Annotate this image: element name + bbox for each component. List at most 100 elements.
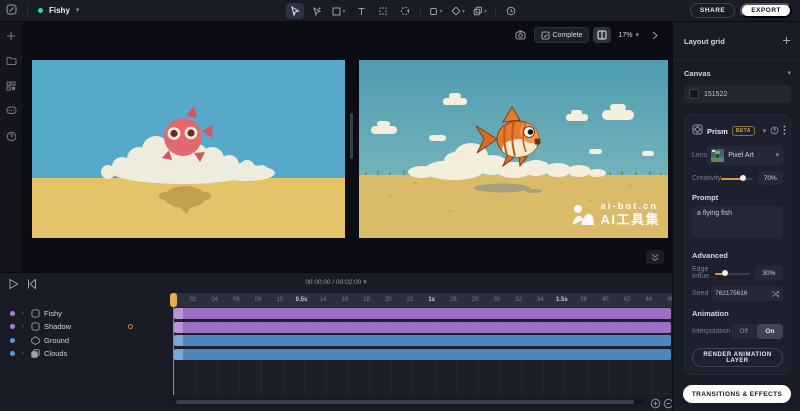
prism-menu-icon[interactable] <box>783 122 786 140</box>
project-status-dot <box>38 8 43 13</box>
zoom-level-dropdown[interactable]: 17% ▾ <box>615 27 642 43</box>
diamond-tool-chevron-icon[interactable]: ▾ <box>462 8 465 15</box>
add-icon[interactable] <box>5 30 17 42</box>
canvas-section-chevron-icon[interactable]: ▾ <box>787 70 791 77</box>
timeline-scrollbar-handle[interactable] <box>176 400 634 404</box>
layer-row-ground[interactable]: Ground <box>0 334 174 346</box>
creativity-slider[interactable] <box>721 173 752 183</box>
ruler-tick: 14 <box>320 297 327 303</box>
project-menu-chevron-icon[interactable]: ▾ <box>76 7 80 14</box>
animation-frame-source[interactable] <box>32 60 345 238</box>
prism-help-icon[interactable] <box>770 122 779 140</box>
animation-label: Animation <box>692 309 783 318</box>
collapse-panel-button[interactable] <box>646 250 664 264</box>
lens-thumbnail <box>711 149 724 162</box>
select-tool-button[interactable] <box>286 3 304 19</box>
shape-tool-button[interactable]: ▾ <box>427 3 445 19</box>
track-bar-clouds[interactable] <box>174 349 671 360</box>
rectangle-tool-chevron-icon[interactable]: ▾ <box>342 8 345 15</box>
next-frame-button[interactable] <box>646 27 664 43</box>
help-icon[interactable] <box>5 130 17 142</box>
layer-name: Shadow <box>44 322 71 331</box>
layer-expand-chevron-icon[interactable]: › <box>19 310 26 317</box>
timeline-ruler[interactable]: 02040608100.5s14161820221s26283032341.5s… <box>174 293 672 307</box>
folder-icon[interactable] <box>5 55 17 67</box>
direct-select-tool-button[interactable] <box>308 3 326 19</box>
zoom-chevron-icon: ▾ <box>635 32 639 39</box>
canvas-section-title: Canvas <box>684 69 787 78</box>
ruler-tick: 22 <box>407 297 414 303</box>
ruler-tick: 08 <box>255 297 262 303</box>
prompt-input[interactable]: a flying fish <box>692 206 783 238</box>
timeline-scrollbar[interactable] <box>174 400 644 404</box>
zoom-level-value: 17% <box>618 32 632 39</box>
watermark-line2: AI工具集 <box>600 213 660 228</box>
prism-icon <box>692 122 703 140</box>
shuffle-seed-icon[interactable] <box>771 290 779 298</box>
add-layout-grid-button[interactable] <box>782 32 791 50</box>
canvas-viewport[interactable]: ai-bot.cn AI工具集 Complete 17% ▾ <box>22 22 672 272</box>
transform-tool-button[interactable] <box>396 3 414 19</box>
timeline-track-area[interactable] <box>174 307 672 395</box>
ruler-tick: 28 <box>472 297 479 303</box>
edge-influence-value[interactable]: 30% <box>755 266 783 280</box>
toolbar-separator <box>420 6 421 17</box>
layer-row-shadow[interactable]: › Shadow <box>0 321 174 333</box>
instances-tool-button[interactable]: ▾ <box>471 3 489 19</box>
interpolation-label: Interpolation <box>692 328 731 335</box>
interpolation-option-off[interactable]: Off <box>731 324 757 339</box>
timeline-panel: 00:00:00 / 00:02:00 ▾ 02040608100.5s1416… <box>0 272 672 411</box>
rectangle-tool-button[interactable]: ▾ <box>330 3 348 19</box>
layer-row-clouds[interactable]: ›Clouds <box>0 348 174 360</box>
keyframe-indicator[interactable] <box>128 324 133 329</box>
ruler-tick: 10 <box>276 297 283 303</box>
lens-chevron-icon: ▾ <box>775 152 779 159</box>
tool-bar: ▾ ▾ ▾ ▾ <box>286 0 520 22</box>
export-button[interactable]: EXPORT <box>740 3 792 18</box>
track-bar-fishy[interactable] <box>174 308 671 319</box>
transitions-effects-button[interactable]: TRANSITIONS & EFFECTS <box>683 385 791 403</box>
diamond-tool-button[interactable]: ▾ <box>449 3 467 19</box>
canvas-scrollbar[interactable] <box>350 113 353 159</box>
canvas-color-swatch[interactable] <box>689 89 699 99</box>
app-logo-icon[interactable] <box>6 2 17 20</box>
animation-frame-render[interactable]: ai-bot.cn AI工具集 <box>359 60 668 238</box>
canvas-color-field[interactable]: 151522 <box>684 85 791 103</box>
split-view-button[interactable] <box>593 27 611 43</box>
timeline-zoom-in-button[interactable] <box>650 396 661 411</box>
ruler-tick: 02 <box>190 297 197 303</box>
comments-icon[interactable] <box>5 105 17 117</box>
instances-tool-chevron-icon[interactable]: ▾ <box>484 8 487 15</box>
track-bar-shadow[interactable] <box>174 322 671 333</box>
track-bar-ground[interactable] <box>174 335 671 346</box>
share-button[interactable]: SHARE <box>690 3 735 18</box>
layer-expand-chevron-icon[interactable]: › <box>19 350 26 357</box>
history-tool-button[interactable] <box>502 3 520 19</box>
lens-dropdown[interactable]: Pixel Art ▾ <box>707 146 783 165</box>
snapshot-button[interactable] <box>512 27 530 43</box>
edge-influence-slider[interactable] <box>715 268 750 278</box>
project-name[interactable]: Fishy <box>49 6 70 15</box>
interpolation-toggle: OffOn <box>731 324 783 339</box>
layer-row-fishy[interactable]: ›Fishy <box>0 307 174 319</box>
app-window: Fishy ▾ ▾ ▾ <box>0 0 800 411</box>
complete-button[interactable]: Complete <box>534 27 590 43</box>
seed-label: Seed <box>692 290 711 297</box>
shape-tool-chevron-icon[interactable]: ▾ <box>439 8 442 15</box>
playhead-handle[interactable] <box>170 293 177 307</box>
layer-expand-chevron-icon[interactable]: › <box>19 323 26 330</box>
assets-grid-icon[interactable] <box>5 80 17 92</box>
ruler-tick: 0.5s <box>296 297 308 303</box>
prism-collapse-chevron-icon[interactable]: ▾ <box>763 128 767 135</box>
text-tool-button[interactable] <box>352 3 370 19</box>
timecode-display[interactable]: 00:00:00 / 00:02:00 ▾ <box>0 279 672 286</box>
interpolation-option-on[interactable]: On <box>757 324 783 339</box>
seed-field[interactable] <box>711 286 783 301</box>
layer-name: Ground <box>44 336 69 345</box>
seed-input[interactable] <box>715 290 768 297</box>
dither-tool-button[interactable] <box>374 3 392 19</box>
top-bar: Fishy ▾ ▾ ▾ <box>0 0 800 22</box>
creativity-value[interactable]: 70% <box>758 171 783 185</box>
canvas-header-controls: Complete 17% ▾ <box>512 27 665 43</box>
render-animation-layer-button[interactable]: RENDER ANIMATION LAYER <box>692 348 783 367</box>
